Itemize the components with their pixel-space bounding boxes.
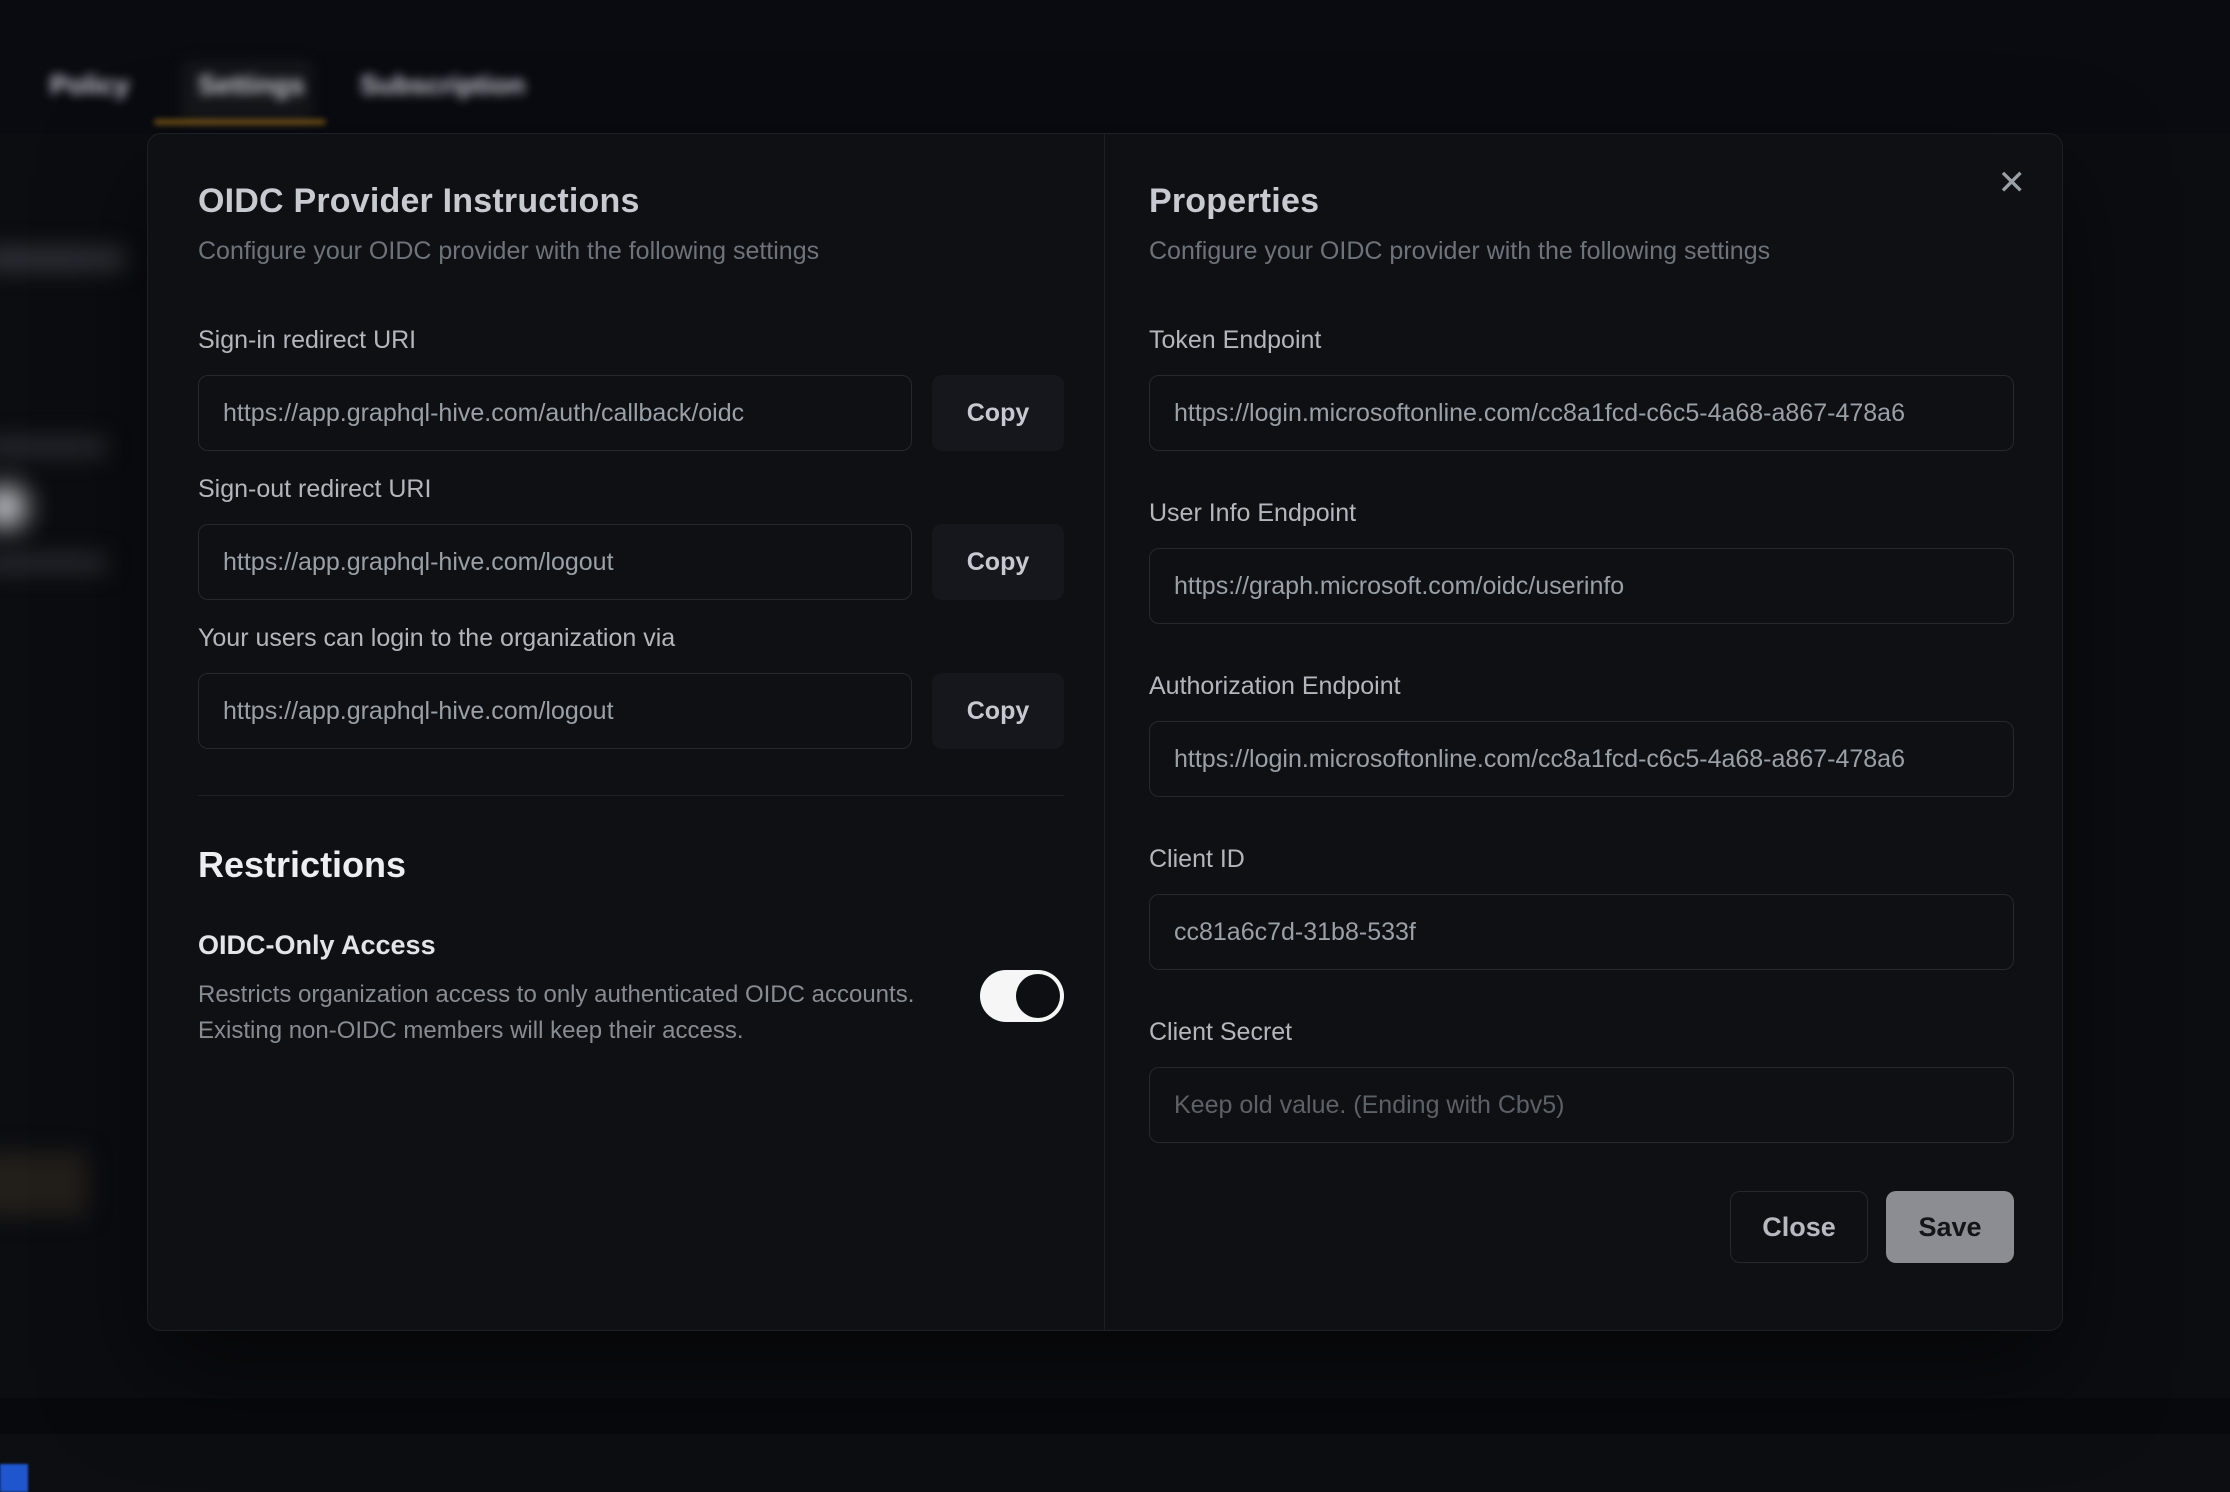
oidc-only-access-toggle[interactable] xyxy=(980,970,1064,1022)
properties-title: Properties xyxy=(1149,182,2014,221)
authorization-endpoint-label: Authorization Endpoint xyxy=(1149,672,2014,701)
instructions-panel: OIDC Provider Instructions Configure you… xyxy=(148,134,1105,1330)
tab-policy[interactable]: Policy xyxy=(50,70,130,101)
signin-redirect-input[interactable] xyxy=(198,375,912,451)
authorization-endpoint-input[interactable] xyxy=(1149,721,2014,797)
blurred-background-text xyxy=(0,436,108,458)
client-secret-input[interactable] xyxy=(1149,1067,2014,1143)
org-login-url-field: Your users can login to the organization… xyxy=(198,624,1064,749)
tab-settings[interactable]: Settings xyxy=(198,70,305,101)
restrictions-title: Restrictions xyxy=(198,844,1064,886)
oidc-only-access-label: OIDC-Only Access xyxy=(198,930,914,961)
toggle-knob xyxy=(1016,974,1060,1018)
oidc-only-access-description: Restricts organization access to only au… xyxy=(198,977,914,1049)
blurred-background-button xyxy=(0,1152,88,1216)
properties-subtitle: Configure your OIDC provider with the fo… xyxy=(1149,237,2014,266)
client-id-input[interactable] xyxy=(1149,894,2014,970)
client-id-field: Client ID xyxy=(1149,845,2014,970)
oidc-only-access-row: OIDC-Only Access Restricts organization … xyxy=(198,930,1064,1049)
instructions-title: OIDC Provider Instructions xyxy=(198,182,1064,221)
modal-actions: Close Save xyxy=(1149,1191,2014,1263)
userinfo-endpoint-input[interactable] xyxy=(1149,548,2014,624)
authorization-endpoint-field: Authorization Endpoint xyxy=(1149,672,2014,797)
userinfo-endpoint-label: User Info Endpoint xyxy=(1149,499,2014,528)
save-button[interactable]: Save xyxy=(1886,1191,2014,1263)
token-endpoint-label: Token Endpoint xyxy=(1149,326,2014,355)
tab-subscription[interactable]: Subscription xyxy=(360,70,525,101)
oidc-only-access-text: OIDC-Only Access Restricts organization … xyxy=(198,930,914,1049)
org-login-url-input[interactable] xyxy=(198,673,912,749)
signout-redirect-label: Sign-out redirect URI xyxy=(198,475,1064,504)
signout-redirect-input[interactable] xyxy=(198,524,912,600)
client-secret-label: Client Secret xyxy=(1149,1018,2014,1047)
org-login-url-label: Your users can login to the organization… xyxy=(198,624,1064,653)
bottom-left-blue-marker xyxy=(0,1464,28,1492)
userinfo-endpoint-field: User Info Endpoint xyxy=(1149,499,2014,624)
page-footer-band xyxy=(0,1398,2230,1434)
token-endpoint-input[interactable] xyxy=(1149,375,2014,451)
page-footer-band xyxy=(0,1434,2230,1492)
close-button[interactable]: Close xyxy=(1730,1191,1868,1263)
section-divider xyxy=(198,795,1064,796)
copy-button[interactable]: Copy xyxy=(932,673,1064,749)
client-secret-field: Client Secret xyxy=(1149,1018,2014,1143)
oidc-provider-modal: ✕ OIDC Provider Instructions Configure y… xyxy=(147,133,2063,1331)
blurred-background-text xyxy=(0,246,126,272)
blurred-background-text xyxy=(0,552,108,574)
signin-redirect-field: Sign-in redirect URI Copy xyxy=(198,326,1064,451)
signout-redirect-field: Sign-out redirect URI Copy xyxy=(198,475,1064,600)
client-id-label: Client ID xyxy=(1149,845,2014,874)
top-navigation-bar xyxy=(0,0,2230,133)
token-endpoint-field: Token Endpoint xyxy=(1149,326,2014,451)
active-tab-underline xyxy=(154,119,326,125)
properties-panel: Properties Configure your OIDC provider … xyxy=(1105,134,2062,1330)
copy-button[interactable]: Copy xyxy=(932,375,1064,451)
close-icon[interactable]: ✕ xyxy=(1990,158,2035,208)
instructions-subtitle: Configure your OIDC provider with the fo… xyxy=(198,237,1064,266)
signin-redirect-label: Sign-in redirect URI xyxy=(198,326,1064,355)
blurred-background-dot xyxy=(0,486,26,528)
copy-button[interactable]: Copy xyxy=(932,524,1064,600)
